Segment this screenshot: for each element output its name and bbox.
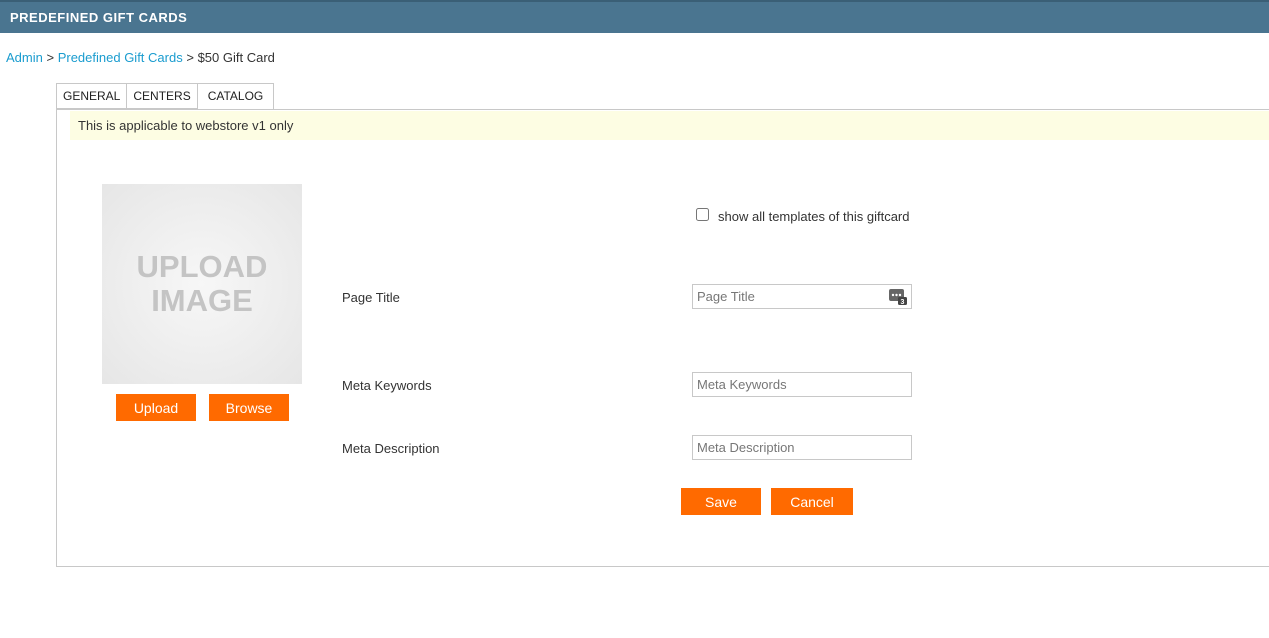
breadcrumb: Admin > Predefined Gift Cards > $50 Gift… bbox=[6, 50, 275, 65]
meta-keywords-input[interactable] bbox=[692, 372, 912, 397]
upload-image-text: UPLOAD IMAGE bbox=[102, 250, 302, 318]
meta-description-input[interactable] bbox=[692, 435, 912, 460]
notice-banner: This is applicable to webstore v1 only bbox=[70, 111, 1269, 140]
show-all-templates-checkbox[interactable] bbox=[696, 208, 709, 221]
tab-general[interactable]: GENERAL bbox=[56, 83, 127, 109]
tab-centers[interactable]: CENTERS bbox=[126, 83, 197, 109]
breadcrumb-separator: > bbox=[186, 50, 194, 65]
upload-image-line1: UPLOAD bbox=[136, 249, 268, 284]
text-expand-icon[interactable]: 3 bbox=[889, 288, 907, 305]
breadcrumb-current: $50 Gift Card bbox=[197, 50, 275, 65]
breadcrumb-link-admin[interactable]: Admin bbox=[6, 50, 43, 65]
page-title-input[interactable] bbox=[692, 284, 912, 309]
show-all-templates-label: show all templates of this giftcard bbox=[718, 209, 910, 224]
meta-description-label: Meta Description bbox=[342, 441, 440, 456]
meta-keywords-label: Meta Keywords bbox=[342, 378, 432, 393]
page-header: PREDEFINED GIFT CARDS bbox=[0, 0, 1269, 33]
svg-text:3: 3 bbox=[901, 299, 905, 305]
image-placeholder: UPLOAD IMAGE bbox=[102, 184, 302, 384]
page-title: PREDEFINED GIFT CARDS bbox=[10, 10, 188, 25]
cancel-button[interactable]: Cancel bbox=[771, 488, 853, 515]
upload-image-line2: IMAGE bbox=[151, 283, 253, 318]
save-button[interactable]: Save bbox=[681, 488, 761, 515]
tab-catalog[interactable]: CATALOG bbox=[196, 83, 275, 110]
page-title-label: Page Title bbox=[342, 290, 400, 305]
upload-button[interactable]: Upload bbox=[116, 394, 196, 421]
breadcrumb-separator: > bbox=[46, 50, 55, 65]
browse-button[interactable]: Browse bbox=[209, 394, 289, 421]
breadcrumb-link-predefined-gift-cards[interactable]: Predefined Gift Cards bbox=[58, 50, 183, 65]
tab-bar: GENERAL CENTERS CATALOG bbox=[56, 83, 275, 110]
